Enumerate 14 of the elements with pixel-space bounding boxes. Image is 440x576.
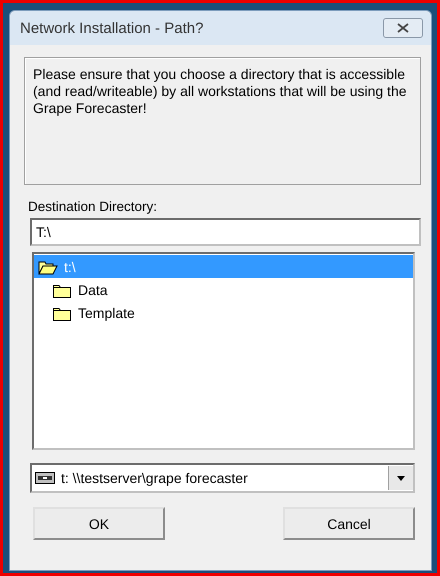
cancel-button[interactable]: Cancel bbox=[283, 507, 415, 540]
path-field[interactable]: T:\ bbox=[30, 218, 421, 246]
folder-name[interactable]: Data bbox=[78, 282, 108, 298]
folder-name[interactable]: Template bbox=[78, 304, 135, 320]
drive-dropdown[interactable]: t: \\testserver\grape forecaster bbox=[30, 463, 415, 493]
close-button[interactable] bbox=[383, 18, 423, 38]
open-folder-icon bbox=[38, 258, 58, 274]
message-text: Please ensure that you choose a directory that is accessible (and read/writeable) by all workstations that will be using the Grape Forecaster! bbox=[33, 66, 408, 117]
drive-icon bbox=[35, 472, 55, 484]
window-title: Network Installation - Path? bbox=[20, 20, 204, 36]
destination-label: Destination Directory: bbox=[28, 199, 158, 214]
ok-button[interactable]: OK bbox=[33, 507, 165, 540]
drive-text: t: \\testserver\grape forecaster bbox=[61, 470, 249, 486]
close-icon bbox=[396, 23, 410, 33]
